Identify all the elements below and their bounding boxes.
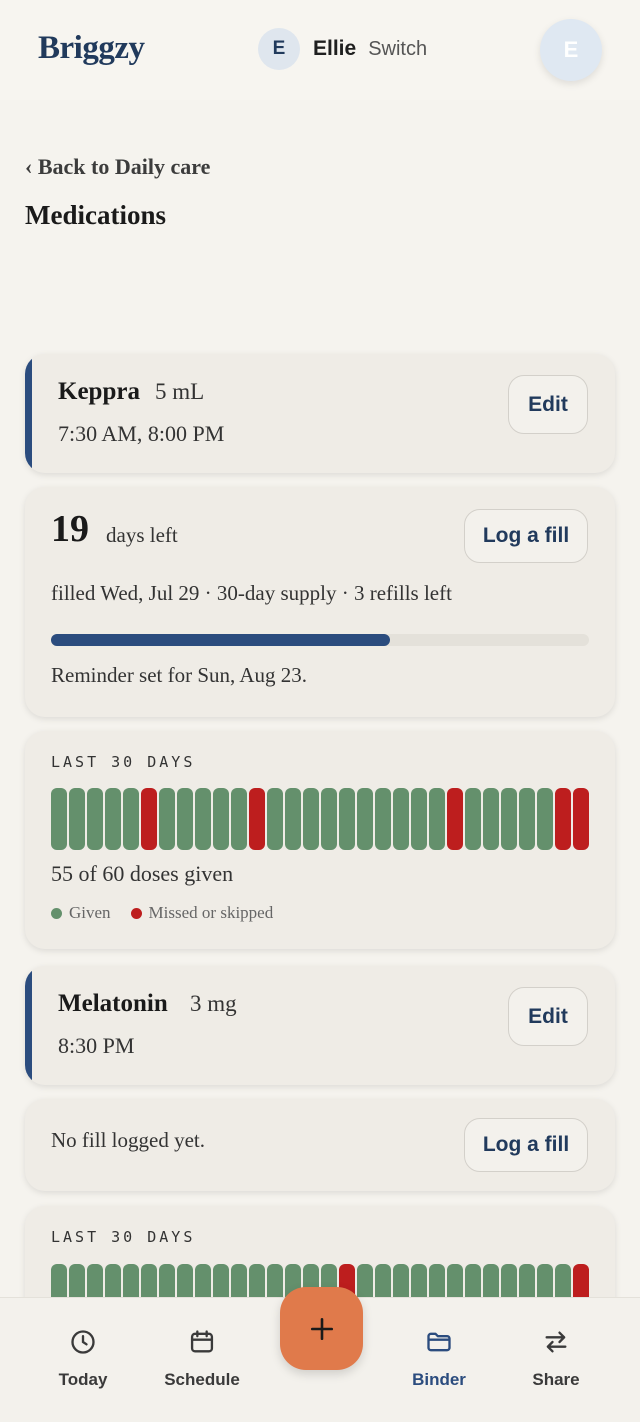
given-day-bar xyxy=(177,788,193,850)
history-card: LAST 30 DAYS 55 of 60 doses given Given … xyxy=(25,731,615,949)
add-button[interactable] xyxy=(280,1287,363,1370)
medication-times: 8:30 PM xyxy=(58,1033,135,1058)
history-legend: Given Missed or skipped xyxy=(51,903,293,923)
nav-schedule-label: Schedule xyxy=(164,1370,240,1389)
legend-missed-label: Missed or skipped xyxy=(148,903,274,922)
medication-card: Keppra 5 mL 7:30 AM, 8:00 PM Edit xyxy=(25,354,615,473)
nav-binder[interactable]: Binder xyxy=(384,1328,494,1390)
missed-day-bar xyxy=(249,788,265,850)
supply-card: 19 days left Log a fill filled Wed, Jul … xyxy=(25,487,615,717)
nav-today-label: Today xyxy=(58,1370,108,1389)
folder-icon xyxy=(427,1332,451,1352)
back-link[interactable]: ‹ Back to Daily care xyxy=(25,154,210,180)
medication-times: 7:30 AM, 8:00 PM xyxy=(58,421,225,446)
nav-schedule[interactable]: Schedule xyxy=(147,1328,257,1390)
legend-missed: Missed or skipped xyxy=(130,903,274,923)
medication-card: Melatonin 3 mg 8:30 PM Edit xyxy=(25,966,615,1085)
switch-profile-button[interactable]: Switch xyxy=(368,38,427,61)
days-left-count: 19 xyxy=(51,508,89,550)
missed-dot-icon xyxy=(130,907,142,919)
given-day-bar xyxy=(465,788,481,850)
legend-given-label: Given xyxy=(69,903,111,922)
dose-history-bars xyxy=(51,788,589,850)
given-day-bar xyxy=(411,788,427,850)
missed-day-bar xyxy=(555,788,571,850)
medication-dose: 3 mg xyxy=(190,991,237,1016)
doses-summary: 55 of 60 doses given xyxy=(51,861,234,886)
supply-progress-bar xyxy=(51,634,589,646)
history-label: LAST 30 DAYS xyxy=(51,1228,196,1246)
medication-dose: 5 mL xyxy=(155,379,205,404)
supply-progress-fill xyxy=(51,634,390,646)
given-day-bar xyxy=(483,788,499,850)
medication-name: Keppra xyxy=(58,378,140,405)
nav-binder-label: Binder xyxy=(412,1370,466,1389)
nav-share-label: Share xyxy=(532,1370,580,1389)
log-fill-button[interactable]: Log a fill xyxy=(464,1118,588,1172)
given-day-bar xyxy=(303,788,319,850)
medication-name: Melatonin xyxy=(58,990,168,1017)
given-day-bar xyxy=(537,788,553,850)
profile-name: Ellie xyxy=(313,37,357,60)
missed-day-bar xyxy=(447,788,463,850)
given-day-bar xyxy=(519,788,535,850)
given-dot-icon xyxy=(51,907,62,919)
given-day-bar xyxy=(51,788,67,850)
given-day-bar xyxy=(105,788,121,850)
app-logo[interactable]: Briggzy xyxy=(38,30,145,67)
clock-icon xyxy=(71,1330,95,1354)
given-day-bar xyxy=(231,788,247,850)
given-day-bar xyxy=(429,788,445,850)
given-day-bar xyxy=(357,788,373,850)
given-day-bar xyxy=(285,788,301,850)
given-day-bar xyxy=(159,788,175,850)
edit-button[interactable]: Edit xyxy=(508,987,588,1046)
edit-button[interactable]: Edit xyxy=(508,375,588,434)
legend-given: Given xyxy=(51,903,111,923)
calendar-icon xyxy=(190,1330,214,1353)
given-day-bar xyxy=(69,788,85,850)
given-day-bar xyxy=(375,788,391,850)
page-title: Medications xyxy=(25,200,166,230)
profile-switcher[interactable]: E Ellie Switch xyxy=(258,28,427,70)
given-day-bar xyxy=(213,788,229,850)
plus-icon xyxy=(310,1317,333,1340)
fill-info: filled Wed, Jul 29 · 30-day supply · 3 r… xyxy=(51,581,452,605)
given-day-bar xyxy=(87,788,103,850)
given-day-bar xyxy=(393,788,409,850)
given-day-bar xyxy=(123,788,139,850)
log-fill-button[interactable]: Log a fill xyxy=(464,509,588,563)
history-label: LAST 30 DAYS xyxy=(51,753,196,771)
missed-day-bar xyxy=(573,788,589,850)
given-day-bar xyxy=(339,788,355,850)
swap-arrows-icon xyxy=(545,1331,567,1353)
given-day-bar xyxy=(267,788,283,850)
account-avatar[interactable]: E xyxy=(540,19,602,81)
missed-day-bar xyxy=(141,788,157,850)
given-day-bar xyxy=(195,788,211,850)
given-day-bar xyxy=(501,788,517,850)
app-header: Briggzy E Ellie Switch E xyxy=(0,0,640,100)
profile-avatar: E xyxy=(258,28,300,70)
supply-card: No fill logged yet. Log a fill xyxy=(25,1099,615,1191)
nav-today[interactable]: Today xyxy=(28,1328,138,1390)
no-fill-message: No fill logged yet. xyxy=(51,1128,205,1152)
given-day-bar xyxy=(321,788,337,850)
days-left-label: days left xyxy=(106,523,178,547)
nav-share[interactable]: Share xyxy=(501,1328,611,1390)
refill-reminder: Reminder set for Sun, Aug 23. xyxy=(51,663,308,687)
